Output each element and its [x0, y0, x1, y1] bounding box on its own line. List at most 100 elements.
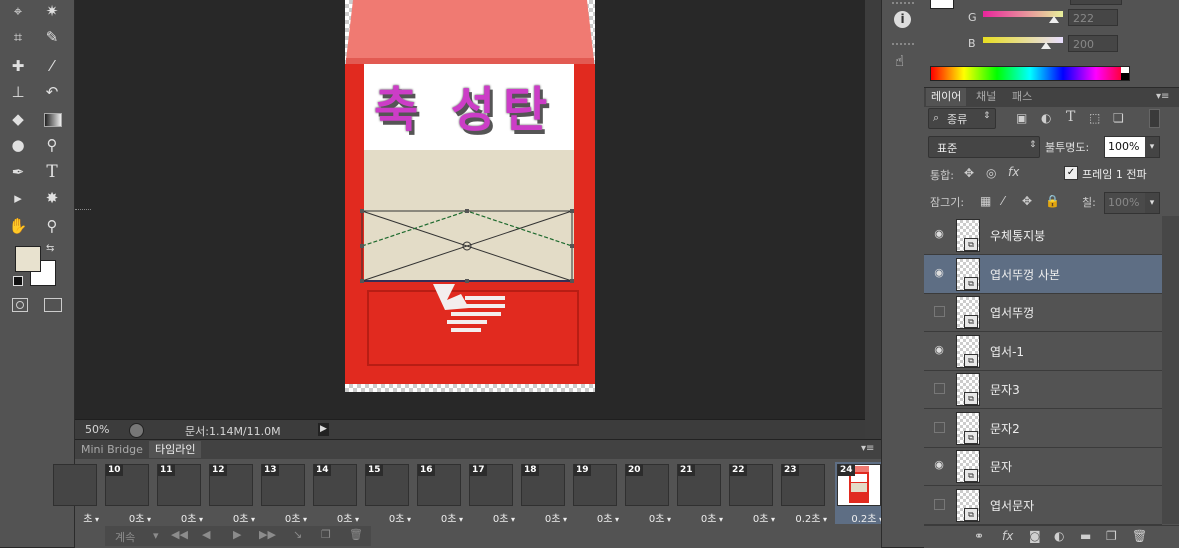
timeline-frame[interactable]: 17 0초 ▾ — [467, 462, 515, 525]
visibility-toggle[interactable] — [934, 498, 945, 510]
color-panel-swatch[interactable] — [930, 0, 954, 9]
color-spectrum-bar[interactable] — [930, 66, 1130, 81]
timeline-frame[interactable]: 22 0초 ▾ — [727, 462, 775, 525]
timeline-frame[interactable]: 20 0초 ▾ — [623, 462, 671, 525]
dodge-icon[interactable]: ⚲ — [40, 134, 64, 156]
transform-bounding-box[interactable] — [359, 208, 575, 284]
tab-channels[interactable]: 채널 — [976, 88, 996, 106]
timeline-frame[interactable]: 24 0.2초 ▾ — [835, 462, 883, 525]
frame-delay[interactable]: 0초 ▾ — [363, 510, 411, 525]
timeline-frame[interactable]: 23 0.2초 ▾ — [779, 462, 827, 525]
healing-icon[interactable]: ✚ — [6, 55, 30, 77]
zoom-icon[interactable]: ⚲ — [40, 215, 64, 237]
crop-icon[interactable]: ⌗ — [6, 26, 30, 48]
duplicate-frame-icon[interactable]: ❐ — [321, 528, 331, 541]
frame-delay[interactable]: 0초 ▾ — [415, 510, 463, 525]
lock-transparency-icon[interactable]: ▦ — [980, 194, 991, 208]
timeline-frame[interactable]: 13 0초 ▾ — [259, 462, 307, 525]
visibility-toggle[interactable] — [934, 306, 945, 317]
lock-position-icon[interactable]: ✥ — [1022, 194, 1032, 208]
tab-layers[interactable]: 레이어 — [926, 88, 967, 106]
foreground-color-swatch[interactable] — [15, 246, 41, 272]
history-brush-icon[interactable]: ↶ — [40, 81, 64, 103]
timeline-frame[interactable]: 14 0초 ▾ — [311, 462, 359, 525]
frame-delay[interactable]: 0.2초 ▾ — [779, 510, 827, 525]
filter-type-icon[interactable]: T — [1066, 109, 1075, 125]
eye-icon[interactable]: ◉ — [933, 266, 945, 279]
timeline-frame[interactable]: 11 0초 ▾ — [155, 462, 203, 525]
layer-row[interactable]: ◉ ⧉ 문자 — [924, 447, 1162, 486]
tween-icon[interactable]: ↘ — [293, 528, 302, 541]
unify-visibility-icon[interactable]: ◎ — [986, 166, 996, 180]
g-slider-handle[interactable] — [1049, 16, 1059, 23]
tool-presets-icon[interactable]: ☝ — [895, 52, 904, 70]
quick-mask-icon[interactable] — [12, 298, 28, 312]
layer-row[interactable]: ◉ ⧉ 엽서-1 — [924, 332, 1162, 371]
frame-delay[interactable]: 0초 ▾ — [103, 510, 151, 525]
delete-layer-icon[interactable]: 🗑 — [1132, 529, 1147, 543]
timeline-frame[interactable]: 18 0초 ▾ — [519, 462, 567, 525]
blur-icon[interactable]: ● — [6, 134, 30, 156]
eye-icon[interactable]: ◉ — [933, 343, 945, 356]
frame-delay[interactable]: 초 ▾ — [51, 510, 99, 525]
status-menu-icon[interactable] — [129, 423, 144, 438]
magic-wand-icon[interactable]: ✷ — [40, 0, 64, 22]
lasso-icon[interactable]: ⌖ — [6, 0, 30, 22]
layer-row[interactable]: ⧉ 엽서문자 — [924, 486, 1162, 525]
frame-delay[interactable]: 0초 ▾ — [623, 510, 671, 525]
tab-paths[interactable]: 패스 — [1012, 88, 1032, 106]
layer-row[interactable]: ⧉ 문자2 — [924, 409, 1162, 448]
g-value-field[interactable]: 222 — [1068, 9, 1118, 26]
b-slider-handle[interactable] — [1041, 42, 1051, 49]
shape-icon[interactable]: ✸ — [40, 187, 64, 209]
timeline-frame[interactable]: 10 0초 ▾ — [103, 462, 151, 525]
screen-mode-icon[interactable] — [44, 298, 62, 312]
eye-icon[interactable]: ◉ — [933, 228, 945, 240]
filter-smart-object-icon[interactable]: ❏ — [1113, 111, 1124, 125]
adjustment-layer-icon[interactable]: ◐ — [1054, 529, 1064, 543]
frame-delay[interactable]: 0초 ▾ — [311, 510, 359, 525]
frame-delay[interactable]: 0초 ▾ — [155, 510, 203, 525]
info-icon[interactable]: i — [894, 11, 911, 28]
swap-colors-icon[interactable]: ⇆ — [46, 243, 54, 254]
delete-frame-icon[interactable]: 🗑 — [349, 528, 363, 541]
timeline-frame[interactable]: 16 0초 ▾ — [415, 462, 463, 525]
filter-toggle[interactable] — [1149, 109, 1160, 128]
filter-adjustment-icon[interactable]: ◐ — [1041, 111, 1051, 125]
layer-row[interactable]: ◉ ⧉ 우체통지붕 — [924, 216, 1162, 255]
loop-dropdown-icon[interactable]: ▾ — [153, 529, 159, 542]
type-icon[interactable]: T — [40, 161, 64, 183]
new-group-icon[interactable]: ▬ — [1080, 529, 1091, 543]
timeline-frame[interactable]: 21 0초 ▾ — [675, 462, 723, 525]
timeline-frame[interactable]: 12 0초 ▾ — [207, 462, 255, 525]
b-slider[interactable] — [983, 37, 1063, 43]
lock-pixels-icon[interactable]: ⁄ — [1002, 194, 1004, 208]
pen-icon[interactable]: ✒ — [6, 161, 30, 183]
blend-mode-select[interactable]: 표준 ⇕ — [928, 136, 1040, 158]
path-select-icon[interactable]: ▸ — [6, 187, 30, 209]
layer-filter-select[interactable]: ⌕ 종류 ⇕ — [928, 108, 996, 129]
panel-menu-icon[interactable]: ▾≡ — [861, 443, 874, 454]
frame-delay[interactable]: 0초 ▾ — [207, 510, 255, 525]
propagate-checkbox[interactable]: ✓ — [1064, 166, 1078, 180]
zoom-level[interactable]: 50% — [85, 423, 109, 436]
next-frame-icon[interactable]: ▶▶ — [259, 528, 276, 541]
gradient-icon[interactable] — [40, 108, 64, 130]
frame-delay[interactable]: 0초 ▾ — [467, 510, 515, 525]
frame-delay[interactable]: 0초 ▾ — [571, 510, 619, 525]
loop-select[interactable]: 계속 — [115, 529, 135, 545]
layer-style-icon[interactable]: fx — [1002, 529, 1013, 543]
new-layer-icon[interactable]: ❐ — [1106, 529, 1117, 543]
tab-timeline[interactable]: 타임라인 — [149, 441, 202, 458]
hand-icon[interactable]: ✋ — [6, 215, 30, 237]
layer-row[interactable]: ◉ ⧉ 엽서뚜껑 사본 — [924, 254, 1162, 294]
first-frame-icon[interactable]: ◀◀ — [171, 528, 188, 541]
play-icon[interactable]: ▶ — [233, 528, 241, 541]
prev-frame-icon[interactable]: ◀ — [202, 528, 210, 541]
opacity-field[interactable]: 100% ▾ — [1104, 136, 1160, 158]
link-layers-icon[interactable]: ⚭ — [974, 529, 984, 543]
eyedropper-icon[interactable]: ✎ — [40, 26, 64, 48]
frame-delay[interactable]: 0초 ▾ — [259, 510, 307, 525]
canvas-vertical-scrollbar[interactable] — [865, 0, 881, 439]
b-value-field[interactable]: 200 — [1068, 35, 1118, 52]
